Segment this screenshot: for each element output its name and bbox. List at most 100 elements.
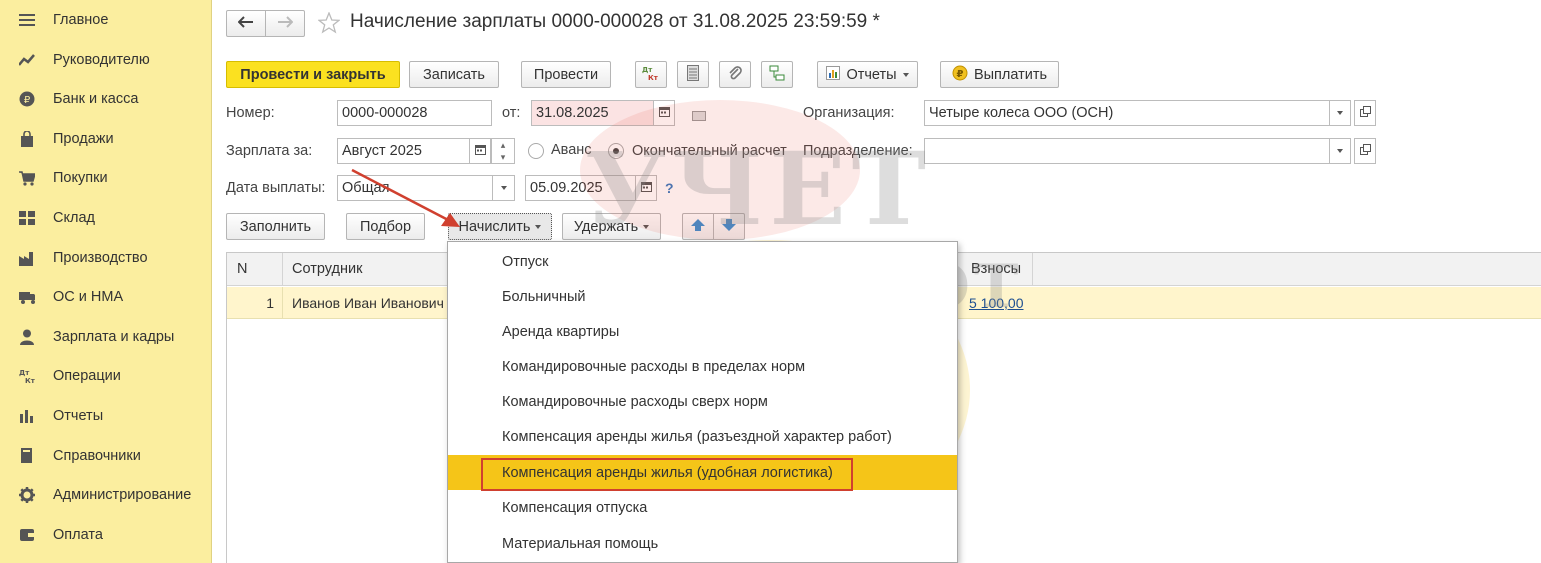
keyboard-icon[interactable] [692, 108, 706, 124]
salary-for-label: Зарплата за: [226, 143, 313, 159]
arrow-right-icon [277, 15, 294, 32]
fill-button[interactable]: Заполнить [226, 213, 325, 240]
department-field[interactable] [924, 138, 1331, 164]
chevron-down-icon [1337, 111, 1343, 115]
menu-item-vacation-compensation[interactable]: Компенсация отпуска [448, 490, 957, 525]
menu-item-apartment-rent[interactable]: Аренда квартиры [448, 314, 957, 349]
pay-date-calendar-button[interactable] [635, 175, 657, 201]
coin-icon: ₽ [952, 65, 968, 85]
stepper-up-icon[interactable]: ▴ [492, 139, 514, 151]
sidebar-item-assets[interactable]: ОС и НМА [0, 282, 211, 312]
sidebar-item-payment[interactable]: Оплата [0, 520, 211, 550]
book-icon [19, 448, 35, 464]
column-header-contributions[interactable]: Взносы [963, 253, 1033, 286]
advance-radio[interactable] [528, 143, 544, 159]
organization-dropdown-button[interactable] [1329, 100, 1351, 126]
help-icon[interactable]: ? [665, 180, 674, 196]
trend-icon [19, 52, 35, 68]
back-button[interactable] [226, 10, 266, 37]
ruble-coin-icon: ₽ [19, 91, 35, 107]
sidebar-item-main[interactable]: Главное [0, 5, 211, 35]
sidebar-item-purchases[interactable]: Покупки [0, 163, 211, 193]
sidebar-item-bank[interactable]: ₽ Банк и касса [0, 84, 211, 114]
sidebar-item-label: Отчеты [53, 408, 104, 424]
dt-kt-button[interactable]: Дт Кт [635, 61, 667, 88]
favorite-star-icon[interactable] [317, 11, 341, 37]
journal-button[interactable] [677, 61, 709, 88]
column-header-n[interactable]: N [227, 253, 283, 286]
deduct-button[interactable]: Удержать [562, 213, 661, 240]
shopping-bag-icon [19, 131, 35, 147]
sidebar-item-manager[interactable]: Руководителю [0, 45, 211, 75]
move-up-button[interactable] [682, 213, 714, 240]
row-contributions-link[interactable]: 5 100,00 [969, 295, 1024, 311]
person-icon [19, 329, 35, 345]
save-button[interactable]: Записать [409, 61, 499, 88]
structure-button[interactable] [761, 61, 793, 88]
sidebar-item-references[interactable]: Справочники [0, 441, 211, 471]
forward-button[interactable] [265, 10, 305, 37]
report-icon [826, 65, 841, 84]
sidebar-item-label: Главное [53, 12, 109, 28]
chevron-down-icon [902, 72, 909, 77]
department-open-button[interactable] [1354, 138, 1376, 164]
sidebar-item-salary[interactable]: Зарплата и кадры [0, 322, 211, 352]
reports-label: Отчеты [846, 66, 897, 83]
row-employee[interactable]: Иванов Иван Иванович [292, 295, 444, 311]
number-field[interactable]: 0000-000028 [337, 100, 492, 126]
row-number: 1 [227, 287, 283, 319]
attach-button[interactable] [719, 61, 751, 88]
sidebar-item-admin[interactable]: Администрирование [0, 480, 211, 510]
stepper-down-icon[interactable]: ▾ [492, 151, 514, 163]
sidebar: Главное Руководителю ₽ Банк и касса Прод… [0, 0, 212, 563]
number-label: Номер: [226, 105, 275, 121]
svg-text:Дт: Дт [19, 369, 30, 377]
sidebar-item-label: Оплата [53, 527, 103, 543]
date-field[interactable]: 31.08.2025 [531, 100, 654, 126]
menu-item-rent-compensation-logistics[interactable]: Компенсация аренды жилья (удобная логист… [448, 455, 957, 490]
menu-icon [19, 12, 35, 28]
pay-button[interactable]: ₽ Выплатить [940, 61, 1059, 88]
menu-item-travel-above-norms[interactable]: Командировочные расходы сверх норм [448, 384, 957, 419]
from-label: от: [502, 105, 521, 121]
menu-item-rent-compensation-travel[interactable]: Компенсация аренды жилья (разъездной хар… [448, 419, 957, 454]
factory-icon [19, 250, 35, 266]
deduct-label: Удержать [573, 218, 639, 235]
department-dropdown-button[interactable] [1329, 138, 1351, 164]
organization-field[interactable]: Четыре колеса ООО (ОСН) [924, 100, 1331, 126]
chevron-down-icon [535, 224, 542, 229]
menu-item-vacation[interactable]: Отпуск [448, 244, 957, 279]
sidebar-item-sales[interactable]: Продажи [0, 124, 211, 154]
sidebar-item-production[interactable]: Производство [0, 243, 211, 273]
post-button[interactable]: Провести [521, 61, 611, 88]
calendar-button[interactable] [653, 100, 675, 126]
sidebar-item-warehouse[interactable]: Склад [0, 203, 211, 233]
menu-item-material-aid[interactable]: Материальная помощь [448, 526, 957, 561]
final-settlement-radio[interactable] [608, 143, 624, 159]
period-calendar-button[interactable] [469, 138, 491, 164]
menu-item-sick-leave[interactable]: Больничный [448, 279, 957, 314]
sidebar-item-label: Производство [53, 250, 148, 266]
pay-date-field[interactable]: 05.09.2025 [525, 175, 636, 201]
sidebar-item-label: Операции [53, 368, 121, 384]
menu-item-travel-within-norms[interactable]: Командировочные расходы в пределах норм [448, 349, 957, 384]
calendar-icon [658, 106, 670, 120]
pay-date-label: Дата выплаты: [226, 180, 326, 196]
sidebar-item-label: Зарплата и кадры [53, 329, 175, 345]
sidebar-item-label: Склад [53, 210, 95, 226]
dt-kt-icon: Дт Кт [642, 65, 660, 85]
svg-text:₽: ₽ [956, 69, 963, 80]
pay-date-type-dropdown[interactable] [492, 175, 515, 201]
chevron-down-icon [1337, 149, 1343, 153]
sidebar-item-reports[interactable]: Отчеты [0, 401, 211, 431]
svg-text:Кт: Кт [25, 377, 35, 384]
move-down-button[interactable] [713, 213, 745, 240]
reports-button[interactable]: Отчеты [817, 61, 918, 88]
organization-open-button[interactable] [1354, 100, 1376, 126]
post-and-close-button[interactable]: Провести и закрыть [226, 61, 400, 88]
annotation-arrow [351, 168, 460, 227]
period-stepper[interactable]: ▴ ▾ [491, 138, 515, 164]
sidebar-item-operations[interactable]: Дт Кт Операции [0, 361, 211, 391]
sidebar-item-label: Банк и касса [53, 91, 139, 107]
calendar-icon [474, 144, 486, 158]
